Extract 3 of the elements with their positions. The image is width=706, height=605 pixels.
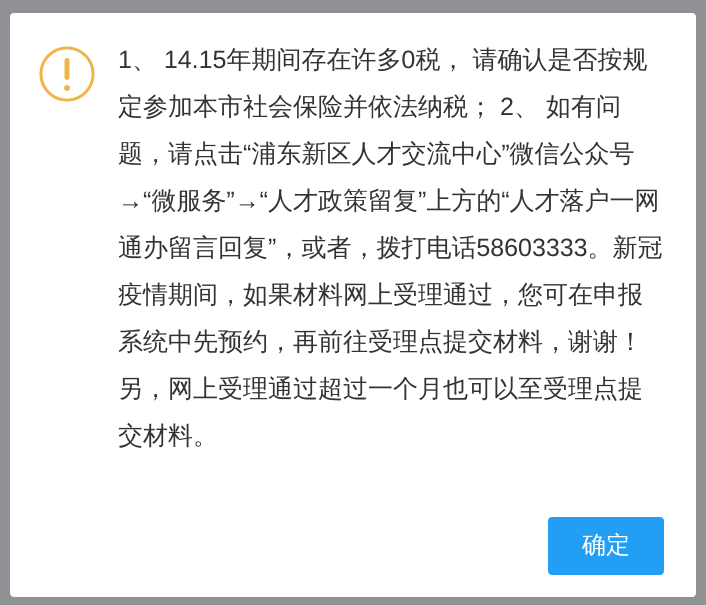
warning-icon — [38, 45, 96, 103]
confirm-button[interactable]: 确定 — [548, 517, 664, 575]
dialog-message: 1、 14.15年期间存在许多0税， 请确认是否按规定参加本市社会保险并依法纳税； 2、 如有问题，请点击“浦东新区人才交流中心”微信公众号→“微服务”→“人才政策留复”上方的“人才落户一网通办留言回复”，或者，拨打电话58603333。新冠疫情期间，如果材料网上受理通过，您可在申报系统中先预约，再前往受理点提交材料，谢谢！另，网上受理通过超过一个月也可以至受理点提交材料。 — [118, 45, 663, 452]
